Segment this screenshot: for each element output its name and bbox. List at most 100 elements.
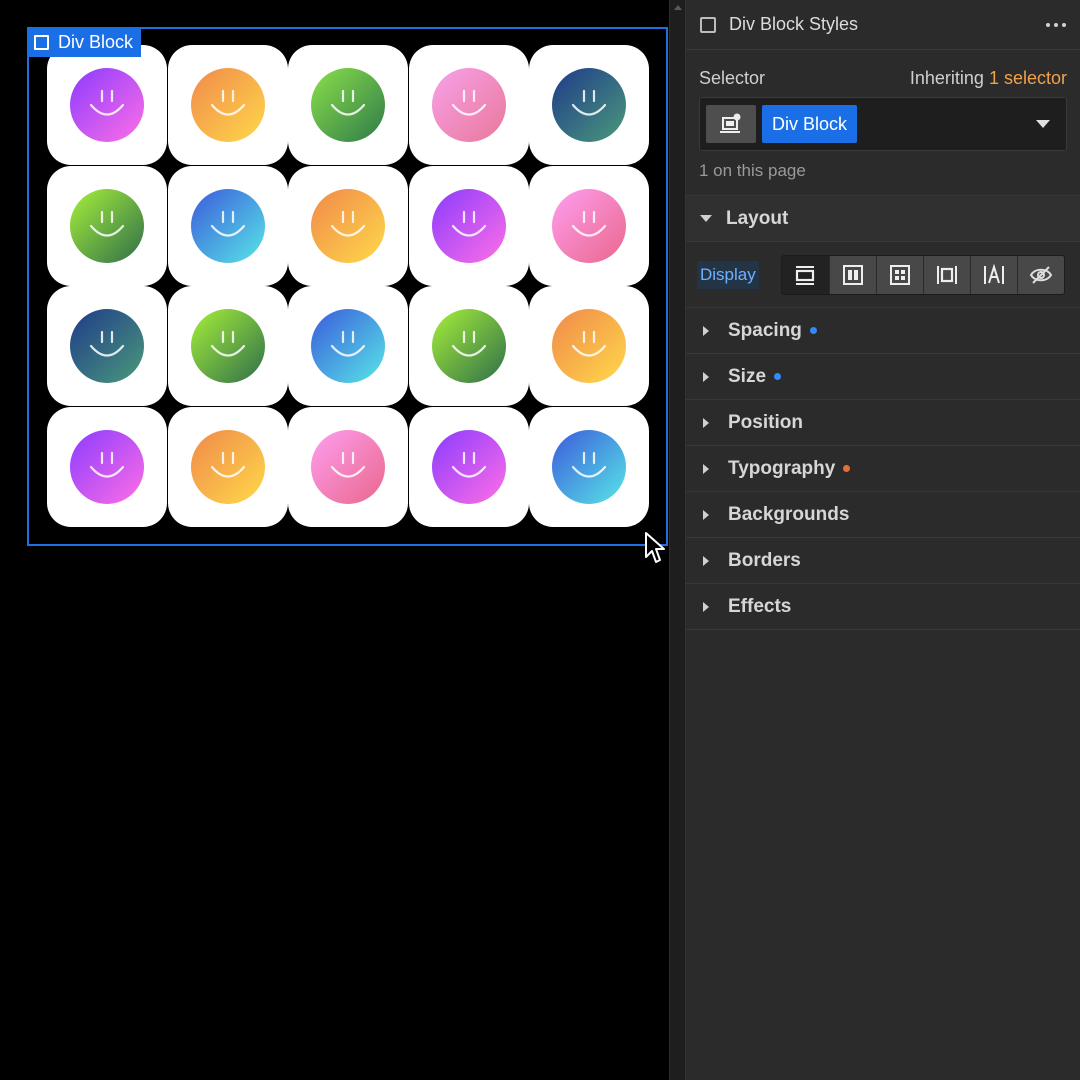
section-spacing[interactable]: Spacing <box>686 308 1080 354</box>
display-inline-block-button[interactable] <box>922 255 970 294</box>
display-label[interactable]: Display <box>697 260 759 289</box>
smiley-face-icon <box>431 309 506 383</box>
section-label: Spacing <box>728 319 802 341</box>
smiley-tile[interactable] <box>529 165 649 286</box>
smiley-face-icon <box>552 309 626 383</box>
caret-right-icon <box>703 325 709 336</box>
display-none-button[interactable] <box>1016 255 1064 294</box>
section-typography[interactable]: Typography <box>686 446 1080 492</box>
smiley-tile[interactable] <box>47 406 167 527</box>
modified-indicator-dot <box>809 327 817 334</box>
section-size[interactable]: Size <box>686 354 1080 400</box>
display-block-button[interactable] <box>781 255 829 294</box>
smiley-face-icon <box>431 429 506 504</box>
section-label: Position <box>728 411 803 433</box>
smiley-tile[interactable] <box>529 406 649 527</box>
smiley-face-icon <box>70 429 144 504</box>
panel-scrollbar[interactable] <box>669 0 686 1080</box>
smiley-face-icon <box>431 188 506 263</box>
smiley-face-icon <box>70 68 144 142</box>
smiley-face-icon <box>70 188 144 263</box>
section-label: Layout <box>726 207 789 229</box>
class-chip[interactable]: Div Block <box>762 105 858 143</box>
display-grid-icon <box>889 264 910 285</box>
section-layout[interactable]: Layout <box>686 196 1080 242</box>
style-panel: Div Block Styles Selector Inheriting 1 s… <box>686 0 1080 1080</box>
section-label: Typography <box>728 457 836 479</box>
caret-right-icon <box>703 555 709 566</box>
caret-right-icon <box>703 463 709 474</box>
display-inline-icon <box>983 263 1004 284</box>
smiley-tile[interactable] <box>47 45 167 165</box>
smiley-face-icon <box>552 429 626 504</box>
div-block-icon <box>700 16 716 33</box>
smiley-face-icon <box>190 188 265 263</box>
selector-label: Selector <box>699 68 766 88</box>
smiley-tile[interactable] <box>47 165 167 286</box>
display-grid-button[interactable] <box>875 255 923 294</box>
section-label: Backgrounds <box>728 503 850 525</box>
smiley-tile[interactable] <box>529 286 649 406</box>
smiley-tile[interactable] <box>288 165 408 286</box>
smiley-tile[interactable] <box>408 45 529 165</box>
smiley-tile[interactable] <box>167 45 288 165</box>
smiley-tile[interactable] <box>529 45 649 165</box>
design-canvas[interactable]: Div Block <box>0 0 669 1080</box>
selected-element-tag[interactable]: Div Block <box>27 27 142 57</box>
smiley-face-icon <box>311 68 385 142</box>
section-backgrounds[interactable]: Backgrounds <box>686 492 1080 538</box>
smiley-face-icon <box>190 309 265 383</box>
eye-off-icon <box>1029 265 1052 284</box>
display-inline-block-icon <box>936 265 957 284</box>
smiley-face-icon <box>70 309 144 383</box>
display-flex-button[interactable] <box>828 255 876 294</box>
modified-indicator-dot <box>774 373 782 380</box>
inheriting-selector-link[interactable]: 1 selector <box>989 68 1067 88</box>
caret-down-icon <box>700 215 712 222</box>
smiley-face-icon <box>552 188 626 263</box>
section-effects[interactable]: Effects <box>686 584 1080 630</box>
smiley-tile[interactable] <box>408 165 529 286</box>
display-block-icon <box>796 265 815 285</box>
smiley-tile[interactable] <box>288 45 408 165</box>
element-state-icon <box>720 113 741 133</box>
smiley-face-icon <box>311 429 385 504</box>
selector-section: Selector Inheriting 1 selector Div Block… <box>686 50 1080 196</box>
smiley-face-icon <box>552 68 626 142</box>
more-options-icon[interactable] <box>1046 17 1066 33</box>
div-block-icon <box>34 34 49 50</box>
inheriting-info: Inheriting 1 selector <box>910 68 1067 89</box>
usage-count: 1 on this page <box>699 161 806 180</box>
display-options <box>780 254 1065 295</box>
smiley-tile[interactable] <box>167 406 288 527</box>
inheriting-text: Inheriting <box>909 68 984 88</box>
chevron-down-icon[interactable] <box>1036 120 1050 128</box>
smiley-face-icon <box>431 68 506 142</box>
panel-empty-area <box>686 631 1080 1080</box>
scroll-up-arrow-icon[interactable] <box>674 5 682 10</box>
smiley-tile[interactable] <box>47 286 167 406</box>
smiley-tile[interactable] <box>167 286 288 406</box>
display-row: Display <box>686 242 1080 308</box>
smiley-tile[interactable] <box>288 406 408 527</box>
element-tag-label: Div Block <box>58 31 134 52</box>
mouse-cursor-icon <box>645 532 665 563</box>
panel-header: Div Block Styles <box>686 0 1080 50</box>
smiley-tile[interactable] <box>167 165 288 286</box>
inherited-indicator-dot <box>843 465 851 472</box>
caret-right-icon <box>703 601 709 612</box>
element-state-button[interactable] <box>706 105 756 143</box>
smiley-tile[interactable] <box>408 406 529 527</box>
section-position[interactable]: Position <box>686 400 1080 446</box>
smiley-tile[interactable] <box>288 286 408 406</box>
display-flex-icon <box>842 264 863 285</box>
display-inline-button[interactable] <box>969 255 1017 294</box>
smiley-tile[interactable] <box>408 286 529 406</box>
smiley-face-icon <box>190 68 265 142</box>
section-label: Size <box>728 365 767 387</box>
selector-field[interactable]: Div Block <box>699 97 1067 151</box>
caret-right-icon <box>703 417 709 428</box>
section-borders[interactable]: Borders <box>686 538 1080 584</box>
div-block[interactable] <box>47 45 649 527</box>
smiley-face-icon <box>311 188 385 263</box>
